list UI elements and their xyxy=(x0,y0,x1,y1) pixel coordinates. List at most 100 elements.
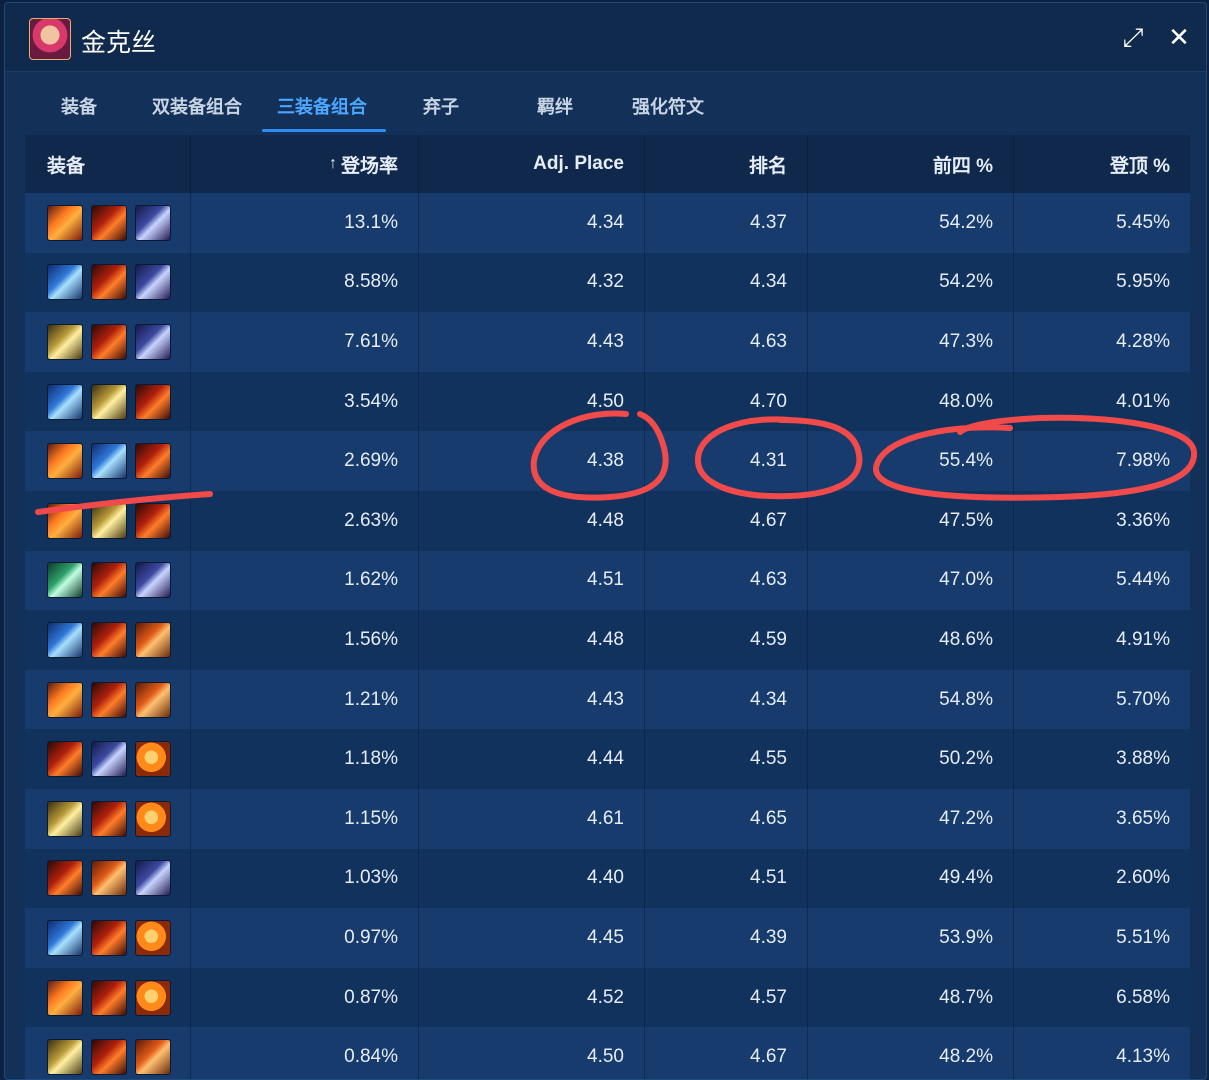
bloodfang-icon[interactable] xyxy=(47,204,83,241)
fire-icon[interactable] xyxy=(135,383,171,420)
cell-rank: 4.65 xyxy=(645,788,808,849)
blue-icon[interactable] xyxy=(47,919,83,956)
tab-three-item-combos[interactable]: 三装备组合 xyxy=(277,81,367,131)
table-row[interactable]: 2.69% 4.38 4.31 55.4% 7.98% xyxy=(25,431,1190,491)
column-header-win[interactable]: 登顶 % xyxy=(1014,135,1190,193)
fire-icon[interactable] xyxy=(91,621,127,658)
blue-icon[interactable] xyxy=(47,264,83,301)
cell-win: 2.60% xyxy=(1116,867,1170,889)
spear-icon[interactable] xyxy=(135,681,171,718)
gold-icon[interactable] xyxy=(47,1039,83,1076)
tab-two-item-combos[interactable]: 双装备组合 xyxy=(152,81,242,131)
table-row[interactable]: 1.56% 4.48 4.59 48.6% 4.91% xyxy=(25,610,1190,670)
table-row[interactable]: 3.54% 4.50 4.70 48.0% 4.01% xyxy=(25,371,1190,432)
cell-rank: 4.70 xyxy=(645,371,808,432)
blue-icon[interactable] xyxy=(91,443,127,480)
bloodfang-icon[interactable] xyxy=(47,443,83,480)
table-row[interactable]: 7.61% 4.43 4.63 47.3% 4.28% xyxy=(25,312,1190,372)
fire-icon[interactable] xyxy=(47,860,83,897)
orange-icon[interactable] xyxy=(135,919,171,956)
cell-rank: 4.37 xyxy=(645,193,808,253)
cell-rank: 4.51 xyxy=(645,848,808,909)
fire-icon[interactable] xyxy=(91,1039,127,1076)
tab-discard[interactable]: 弃子 xyxy=(423,81,459,131)
sword-icon[interactable] xyxy=(135,204,171,241)
bloodfang-icon[interactable] xyxy=(47,681,83,718)
cell-top4: 47.5% xyxy=(808,490,1014,551)
sword-icon[interactable] xyxy=(135,264,171,301)
cell-top4: 54.2% xyxy=(808,252,1014,313)
table-row[interactable]: 8.58% 4.32 4.34 54.2% 5.95% xyxy=(25,252,1190,313)
table-row[interactable]: 0.84% 4.50 4.67 48.2% 4.13% xyxy=(25,1027,1190,1079)
cell-top4: 49.4% xyxy=(808,848,1014,909)
table-row[interactable]: 1.21% 4.43 4.34 54.8% 5.70% xyxy=(25,669,1190,730)
close-icon[interactable]: ✕ xyxy=(1165,23,1193,51)
bloodfang-icon[interactable] xyxy=(47,979,83,1016)
cell-win: 4.28% xyxy=(1116,330,1170,352)
table-row[interactable]: 0.87% 4.52 4.57 48.7% 6.58% xyxy=(25,967,1190,1028)
sword-icon[interactable] xyxy=(135,323,171,360)
fire-icon[interactable] xyxy=(91,800,127,837)
fire-icon[interactable] xyxy=(91,323,127,360)
cell-rank: 4.34 xyxy=(645,252,808,313)
expand-icon[interactable]: ⤢ xyxy=(1119,23,1147,51)
orange-icon[interactable] xyxy=(135,979,171,1016)
column-header-items[interactable]: 装备 xyxy=(25,135,191,193)
fire-icon[interactable] xyxy=(47,741,83,778)
table-row[interactable]: 2.63% 4.48 4.67 47.5% 3.36% xyxy=(25,490,1190,551)
gold-icon[interactable] xyxy=(91,502,127,539)
item-combo xyxy=(25,193,191,253)
fire-icon[interactable] xyxy=(91,681,127,718)
gold-icon[interactable] xyxy=(47,323,83,360)
cell-frequency: 3.54% xyxy=(191,371,419,432)
column-header-top4[interactable]: 前四 % xyxy=(808,135,1014,193)
table-row[interactable]: 1.62% 4.51 4.63 47.0% 5.44% xyxy=(25,550,1190,611)
spear-icon[interactable] xyxy=(135,1039,171,1076)
fire-icon[interactable] xyxy=(135,502,171,539)
cell-frequency: 1.21% xyxy=(191,669,419,730)
tab-traits[interactable]: 羁绊 xyxy=(537,81,573,131)
fire-icon[interactable] xyxy=(91,979,127,1016)
cell-top4: 48.0% xyxy=(808,371,1014,432)
bloodfang-icon[interactable] xyxy=(47,502,83,539)
item-combo xyxy=(25,967,191,1028)
table-row[interactable]: 1.03% 4.40 4.51 49.4% 2.60% xyxy=(25,848,1190,909)
fire-icon[interactable] xyxy=(91,919,127,956)
cell-top4: 47.0% xyxy=(808,550,1014,611)
column-header-rank[interactable]: 排名 xyxy=(645,135,808,193)
fire-icon[interactable] xyxy=(91,204,127,241)
column-header-adj-place[interactable]: Adj. Place xyxy=(419,135,645,193)
item-combo xyxy=(25,729,191,789)
sword-icon[interactable] xyxy=(135,562,171,599)
green-icon[interactable] xyxy=(47,562,83,599)
orange-icon[interactable] xyxy=(135,800,171,837)
cell-win: 7.98% xyxy=(1116,450,1170,472)
blue-icon[interactable] xyxy=(47,383,83,420)
table-row[interactable]: 13.1% 4.34 4.37 54.2% 5.45% xyxy=(25,193,1190,253)
fire-icon[interactable] xyxy=(135,443,171,480)
cell-frequency: 1.62% xyxy=(191,550,419,611)
table-header: 装备 ↑ 登场率 Adj. Place 排名 前四 % 登顶 % xyxy=(25,135,1190,193)
spear-icon[interactable] xyxy=(135,621,171,658)
item-combo xyxy=(25,1027,191,1079)
table-row[interactable]: 1.18% 4.44 4.55 50.2% 3.88% xyxy=(25,729,1190,789)
fire-icon[interactable] xyxy=(91,264,127,301)
fire-icon[interactable] xyxy=(91,562,127,599)
tab-items[interactable]: 装备 xyxy=(61,81,97,131)
orange-icon[interactable] xyxy=(135,741,171,778)
sword-icon[interactable] xyxy=(135,860,171,897)
table-row[interactable]: 0.97% 4.45 4.39 53.9% 5.51% xyxy=(25,908,1190,968)
item-combo xyxy=(25,669,191,730)
gold-icon[interactable] xyxy=(47,800,83,837)
spear-icon[interactable] xyxy=(91,860,127,897)
tab-augments[interactable]: 强化符文 xyxy=(632,81,704,131)
column-header-frequency-label: 登场率 xyxy=(340,155,398,177)
sword-icon[interactable] xyxy=(91,741,127,778)
cell-adj-place: 4.45 xyxy=(419,908,645,968)
cell-frequency: 0.97% xyxy=(191,908,419,968)
blue-icon[interactable] xyxy=(47,621,83,658)
gold-icon[interactable] xyxy=(91,383,127,420)
column-header-frequency[interactable]: ↑ 登场率 xyxy=(191,135,419,193)
table-row[interactable]: 1.15% 4.61 4.65 47.2% 3.65% xyxy=(25,788,1190,849)
item-combo xyxy=(25,848,191,909)
